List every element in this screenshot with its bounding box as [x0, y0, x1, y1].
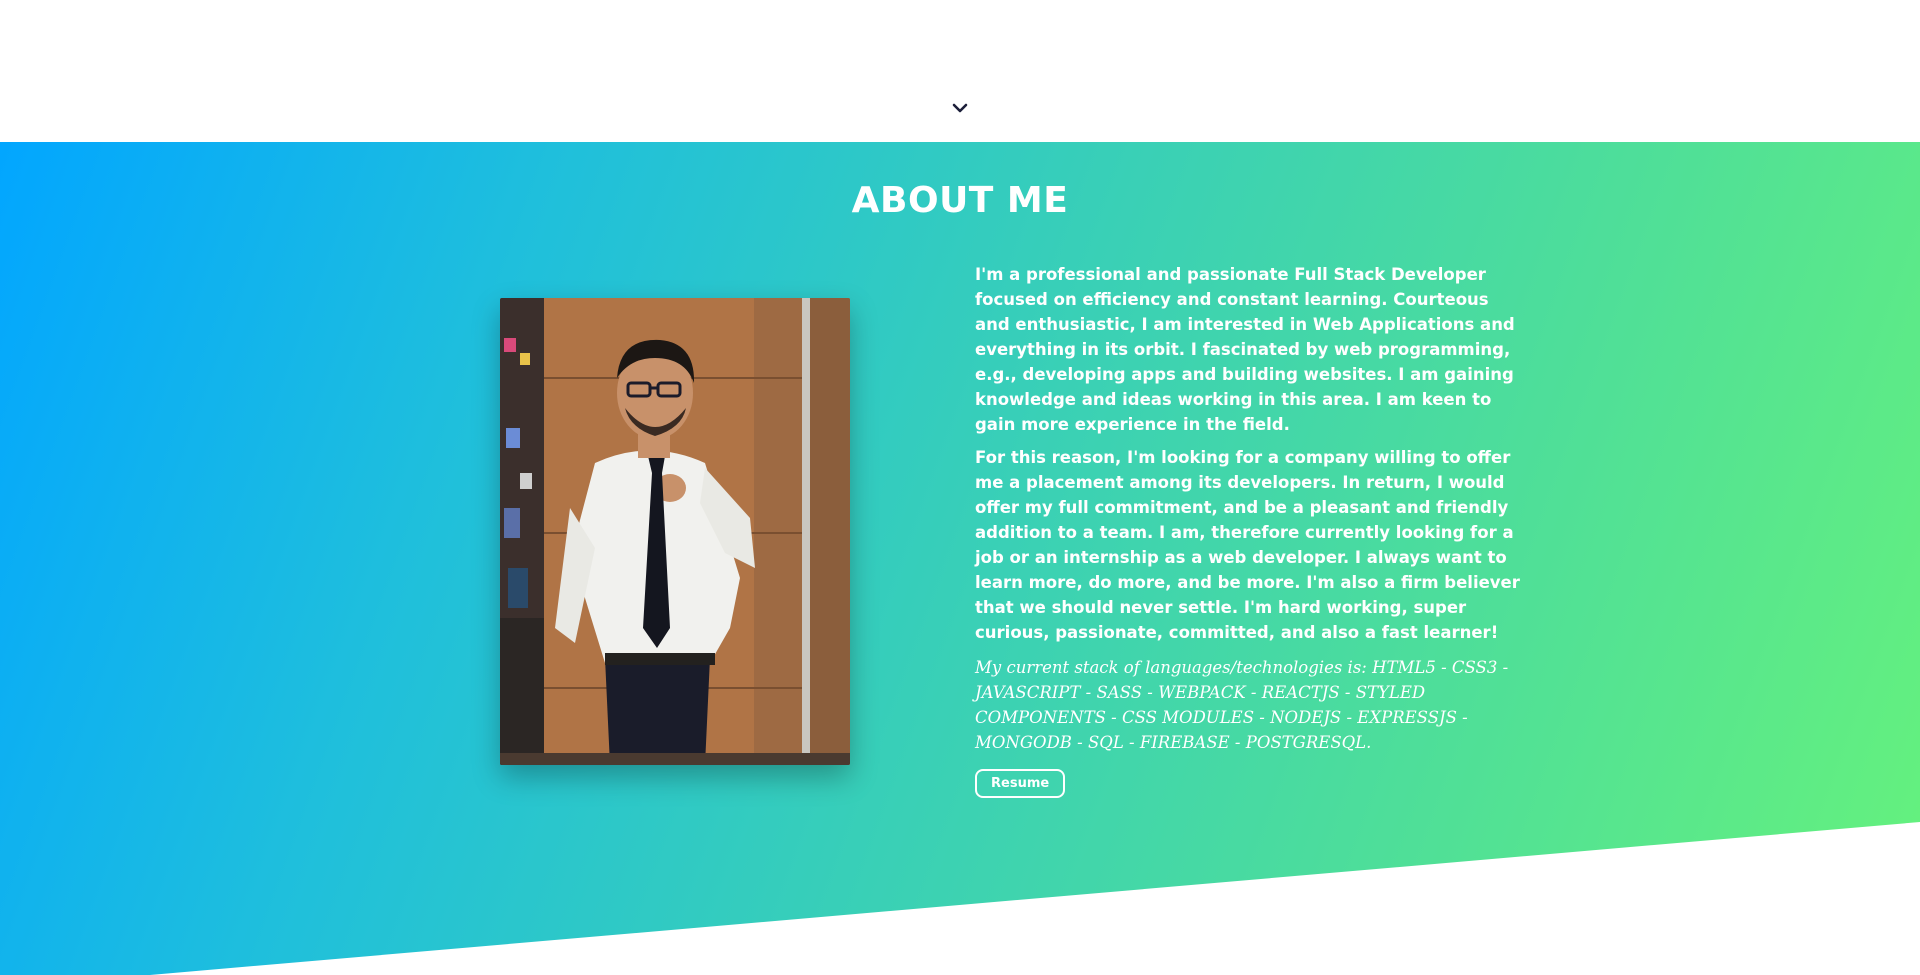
about-title: ABOUT ME [851, 180, 1069, 221]
about-section: ABOUT ME I'm a professional and passiona… [0, 142, 1920, 975]
profile-photo [500, 298, 850, 765]
about-paragraph-2: For this reason, I'm looking for a compa… [975, 448, 1520, 642]
chevron-down-icon[interactable] [950, 98, 970, 118]
about-paragraph-1: I'm a professional and passionate Full S… [975, 265, 1515, 434]
section-divider [150, 822, 1920, 975]
resume-button[interactable]: Resume [975, 769, 1066, 798]
about-text: I'm a professional and passionate Full S… [975, 262, 1520, 798]
top-area [0, 0, 1920, 142]
tech-stack-text: My current stack of languages/technologi… [975, 658, 1509, 752]
